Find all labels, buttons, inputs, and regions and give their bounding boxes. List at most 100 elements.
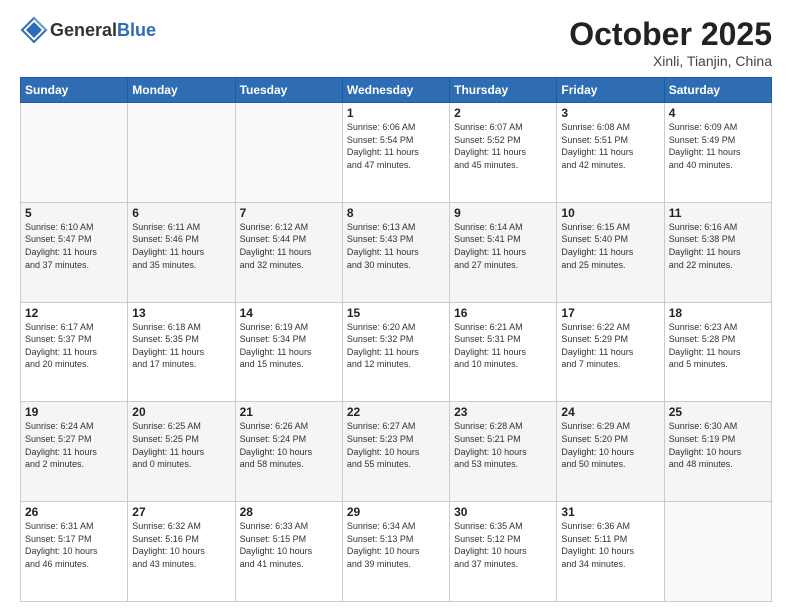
day-number: 8 <box>347 206 445 220</box>
day-number: 21 <box>240 405 338 419</box>
day-number: 18 <box>669 306 767 320</box>
day-number: 17 <box>561 306 659 320</box>
day-info: Sunrise: 6:25 AM Sunset: 5:25 PM Dayligh… <box>132 420 230 470</box>
table-row: 3Sunrise: 6:08 AM Sunset: 5:51 PM Daylig… <box>557 103 664 203</box>
day-info: Sunrise: 6:26 AM Sunset: 5:24 PM Dayligh… <box>240 420 338 470</box>
day-info: Sunrise: 6:35 AM Sunset: 5:12 PM Dayligh… <box>454 520 552 570</box>
calendar-header-row: Sunday Monday Tuesday Wednesday Thursday… <box>21 78 772 103</box>
table-row: 16Sunrise: 6:21 AM Sunset: 5:31 PM Dayli… <box>450 302 557 402</box>
day-info: Sunrise: 6:22 AM Sunset: 5:29 PM Dayligh… <box>561 321 659 371</box>
day-info: Sunrise: 6:12 AM Sunset: 5:44 PM Dayligh… <box>240 221 338 271</box>
day-info: Sunrise: 6:21 AM Sunset: 5:31 PM Dayligh… <box>454 321 552 371</box>
table-row: 8Sunrise: 6:13 AM Sunset: 5:43 PM Daylig… <box>342 202 449 302</box>
day-number: 15 <box>347 306 445 320</box>
day-info: Sunrise: 6:11 AM Sunset: 5:46 PM Dayligh… <box>132 221 230 271</box>
table-row: 15Sunrise: 6:20 AM Sunset: 5:32 PM Dayli… <box>342 302 449 402</box>
day-number: 14 <box>240 306 338 320</box>
table-row: 11Sunrise: 6:16 AM Sunset: 5:38 PM Dayli… <box>664 202 771 302</box>
day-info: Sunrise: 6:08 AM Sunset: 5:51 PM Dayligh… <box>561 121 659 171</box>
calendar-week-row: 19Sunrise: 6:24 AM Sunset: 5:27 PM Dayli… <box>21 402 772 502</box>
logo-blue-text: Blue <box>117 20 156 41</box>
col-friday: Friday <box>557 78 664 103</box>
day-info: Sunrise: 6:19 AM Sunset: 5:34 PM Dayligh… <box>240 321 338 371</box>
logo-icon <box>20 16 48 44</box>
day-info: Sunrise: 6:30 AM Sunset: 5:19 PM Dayligh… <box>669 420 767 470</box>
table-row: 9Sunrise: 6:14 AM Sunset: 5:41 PM Daylig… <box>450 202 557 302</box>
day-info: Sunrise: 6:31 AM Sunset: 5:17 PM Dayligh… <box>25 520 123 570</box>
header: GeneralBlue October 2025 Xinli, Tianjin,… <box>20 16 772 69</box>
day-info: Sunrise: 6:20 AM Sunset: 5:32 PM Dayligh… <box>347 321 445 371</box>
day-number: 19 <box>25 405 123 419</box>
col-tuesday: Tuesday <box>235 78 342 103</box>
day-number: 9 <box>454 206 552 220</box>
calendar-table: Sunday Monday Tuesday Wednesday Thursday… <box>20 77 772 602</box>
day-info: Sunrise: 6:17 AM Sunset: 5:37 PM Dayligh… <box>25 321 123 371</box>
table-row: 6Sunrise: 6:11 AM Sunset: 5:46 PM Daylig… <box>128 202 235 302</box>
logo: GeneralBlue <box>20 16 156 44</box>
day-number: 28 <box>240 505 338 519</box>
day-number: 31 <box>561 505 659 519</box>
table-row <box>235 103 342 203</box>
table-row <box>128 103 235 203</box>
table-row <box>21 103 128 203</box>
table-row: 22Sunrise: 6:27 AM Sunset: 5:23 PM Dayli… <box>342 402 449 502</box>
table-row: 30Sunrise: 6:35 AM Sunset: 5:12 PM Dayli… <box>450 502 557 602</box>
title-block: October 2025 Xinli, Tianjin, China <box>569 16 772 69</box>
day-number: 29 <box>347 505 445 519</box>
day-number: 12 <box>25 306 123 320</box>
day-number: 3 <box>561 106 659 120</box>
day-info: Sunrise: 6:34 AM Sunset: 5:13 PM Dayligh… <box>347 520 445 570</box>
day-info: Sunrise: 6:23 AM Sunset: 5:28 PM Dayligh… <box>669 321 767 371</box>
table-row: 12Sunrise: 6:17 AM Sunset: 5:37 PM Dayli… <box>21 302 128 402</box>
table-row: 14Sunrise: 6:19 AM Sunset: 5:34 PM Dayli… <box>235 302 342 402</box>
day-number: 11 <box>669 206 767 220</box>
day-number: 10 <box>561 206 659 220</box>
day-number: 23 <box>454 405 552 419</box>
day-number: 27 <box>132 505 230 519</box>
table-row: 29Sunrise: 6:34 AM Sunset: 5:13 PM Dayli… <box>342 502 449 602</box>
table-row: 1Sunrise: 6:06 AM Sunset: 5:54 PM Daylig… <box>342 103 449 203</box>
day-number: 26 <box>25 505 123 519</box>
day-info: Sunrise: 6:14 AM Sunset: 5:41 PM Dayligh… <box>454 221 552 271</box>
calendar-week-row: 12Sunrise: 6:17 AM Sunset: 5:37 PM Dayli… <box>21 302 772 402</box>
day-number: 25 <box>669 405 767 419</box>
table-row: 5Sunrise: 6:10 AM Sunset: 5:47 PM Daylig… <box>21 202 128 302</box>
day-info: Sunrise: 6:29 AM Sunset: 5:20 PM Dayligh… <box>561 420 659 470</box>
table-row <box>664 502 771 602</box>
col-saturday: Saturday <box>664 78 771 103</box>
table-row: 24Sunrise: 6:29 AM Sunset: 5:20 PM Dayli… <box>557 402 664 502</box>
day-number: 22 <box>347 405 445 419</box>
table-row: 4Sunrise: 6:09 AM Sunset: 5:49 PM Daylig… <box>664 103 771 203</box>
day-number: 6 <box>132 206 230 220</box>
day-number: 5 <box>25 206 123 220</box>
day-info: Sunrise: 6:36 AM Sunset: 5:11 PM Dayligh… <box>561 520 659 570</box>
table-row: 17Sunrise: 6:22 AM Sunset: 5:29 PM Dayli… <box>557 302 664 402</box>
day-info: Sunrise: 6:09 AM Sunset: 5:49 PM Dayligh… <box>669 121 767 171</box>
day-info: Sunrise: 6:24 AM Sunset: 5:27 PM Dayligh… <box>25 420 123 470</box>
table-row: 13Sunrise: 6:18 AM Sunset: 5:35 PM Dayli… <box>128 302 235 402</box>
table-row: 7Sunrise: 6:12 AM Sunset: 5:44 PM Daylig… <box>235 202 342 302</box>
col-wednesday: Wednesday <box>342 78 449 103</box>
day-number: 2 <box>454 106 552 120</box>
calendar-week-row: 1Sunrise: 6:06 AM Sunset: 5:54 PM Daylig… <box>21 103 772 203</box>
col-sunday: Sunday <box>21 78 128 103</box>
table-row: 19Sunrise: 6:24 AM Sunset: 5:27 PM Dayli… <box>21 402 128 502</box>
table-row: 2Sunrise: 6:07 AM Sunset: 5:52 PM Daylig… <box>450 103 557 203</box>
page: GeneralBlue October 2025 Xinli, Tianjin,… <box>0 0 792 612</box>
day-info: Sunrise: 6:33 AM Sunset: 5:15 PM Dayligh… <box>240 520 338 570</box>
table-row: 18Sunrise: 6:23 AM Sunset: 5:28 PM Dayli… <box>664 302 771 402</box>
day-info: Sunrise: 6:13 AM Sunset: 5:43 PM Dayligh… <box>347 221 445 271</box>
day-info: Sunrise: 6:16 AM Sunset: 5:38 PM Dayligh… <box>669 221 767 271</box>
calendar-title: October 2025 <box>569 16 772 53</box>
table-row: 28Sunrise: 6:33 AM Sunset: 5:15 PM Dayli… <box>235 502 342 602</box>
table-row: 21Sunrise: 6:26 AM Sunset: 5:24 PM Dayli… <box>235 402 342 502</box>
day-info: Sunrise: 6:07 AM Sunset: 5:52 PM Dayligh… <box>454 121 552 171</box>
day-number: 13 <box>132 306 230 320</box>
table-row: 10Sunrise: 6:15 AM Sunset: 5:40 PM Dayli… <box>557 202 664 302</box>
day-number: 24 <box>561 405 659 419</box>
day-number: 4 <box>669 106 767 120</box>
table-row: 31Sunrise: 6:36 AM Sunset: 5:11 PM Dayli… <box>557 502 664 602</box>
table-row: 26Sunrise: 6:31 AM Sunset: 5:17 PM Dayli… <box>21 502 128 602</box>
day-number: 1 <box>347 106 445 120</box>
day-number: 7 <box>240 206 338 220</box>
